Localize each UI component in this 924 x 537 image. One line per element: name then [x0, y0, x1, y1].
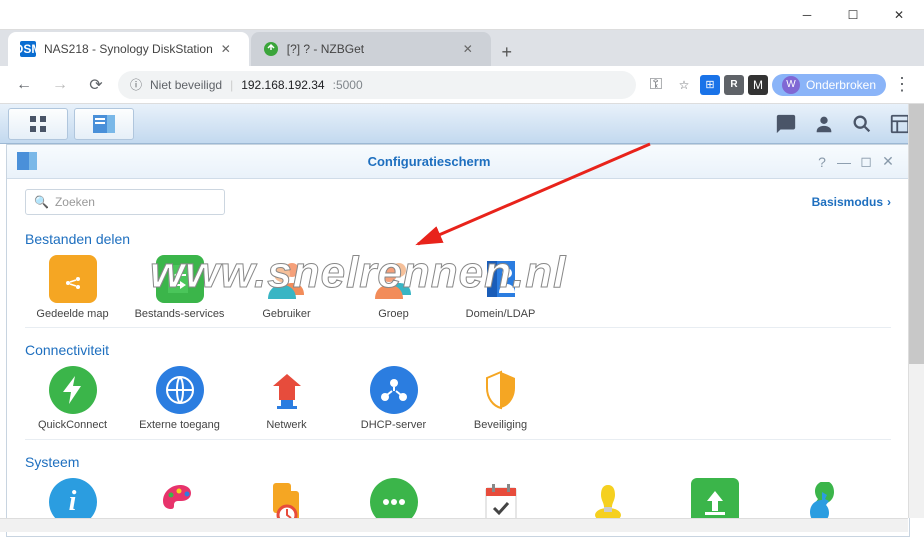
url-port: :5000	[333, 78, 363, 92]
item-user[interactable]: Gebruiker	[239, 255, 334, 321]
browser-profile-button[interactable]: W Onderbroken	[772, 74, 886, 96]
dsm-user-icon[interactable]	[808, 108, 840, 140]
section-title: Bestanden delen	[25, 231, 891, 247]
nav-reload-button[interactable]: ⟳	[82, 71, 110, 99]
mode-toggle-link[interactable]: Basismodus ›	[812, 195, 891, 209]
bookmark-star-icon[interactable]: ☆	[672, 73, 696, 97]
item-domain-ldap[interactable]: Domein/LDAP	[453, 255, 548, 321]
url-input[interactable]: ⓘ Niet beveiligd | 192.168.192.34:5000	[118, 71, 636, 99]
tab-close-icon[interactable]: ✕	[221, 42, 237, 56]
key-icon[interactable]: ⚿	[644, 73, 668, 97]
search-input[interactable]: 🔍 Zoeken	[25, 189, 225, 215]
svg-text:DSM: DSM	[20, 42, 36, 56]
dsm-toolbar	[0, 104, 924, 144]
profile-avatar: W	[782, 76, 800, 94]
section-connectivity: Connectiviteit QuickConnect Externe toeg…	[7, 332, 909, 443]
browser-address-bar: ← → ⟳ ⓘ Niet beveiligd | 192.168.192.34:…	[0, 66, 924, 104]
security-label: Niet beveiligd	[150, 78, 222, 92]
item-dhcp-server[interactable]: DHCP-server	[346, 366, 441, 432]
vertical-scrollbar[interactable]	[908, 104, 924, 518]
info-icon: ⓘ	[130, 76, 142, 93]
dsm-control-panel-button[interactable]	[74, 108, 134, 140]
window-minimize-button[interactable]: ─	[784, 0, 830, 30]
chevron-right-icon: ›	[887, 195, 891, 209]
extension-m-icon[interactable]: M	[748, 75, 768, 95]
window-title-bar: ─ ☐ ✕	[0, 0, 924, 30]
window-maximize-icon[interactable]: ◻	[855, 153, 877, 170]
control-panel-window: Configuratiescherm ? ― ◻ ✕ 🔍 Zoeken Basi…	[6, 144, 910, 537]
tab-title: NAS218 - Synology DiskStation	[44, 42, 213, 56]
tab-favicon-dsm: DSM	[20, 41, 36, 57]
window-close-button[interactable]: ✕	[876, 0, 922, 30]
item-quickconnect[interactable]: QuickConnect	[25, 366, 120, 432]
tab-title: [?] ? - NZBGet	[287, 42, 455, 56]
section-file-sharing: Bestanden delen Gedeelde map Bestands-se…	[7, 221, 909, 332]
extension-icon[interactable]: ⊞	[700, 75, 720, 95]
dsm-main-menu-button[interactable]	[8, 108, 68, 140]
scroll-thumb[interactable]	[909, 104, 924, 364]
nav-forward-button[interactable]: →	[46, 71, 74, 99]
window-maximize-button[interactable]: ☐	[830, 0, 876, 30]
browser-tab-inactive[interactable]: [?] ? - NZBGet ✕	[251, 32, 491, 66]
search-icon: 🔍	[34, 195, 49, 209]
new-tab-button[interactable]: +	[493, 38, 521, 66]
horizontal-scrollbar[interactable]	[0, 518, 908, 532]
toolbar-right: ⚿ ☆ ⊞ R M W Onderbroken ⋮	[644, 73, 914, 97]
item-security[interactable]: Beveiliging	[453, 366, 548, 432]
section-title: Connectiviteit	[25, 342, 891, 358]
panel-top-bar: 🔍 Zoeken Basismodus ›	[7, 179, 909, 221]
nav-back-button[interactable]: ←	[10, 71, 38, 99]
window-minimize-icon[interactable]: ―	[833, 154, 855, 170]
profile-label: Onderbroken	[806, 78, 876, 92]
tab-close-icon[interactable]: ✕	[463, 42, 479, 56]
window-header: Configuratiescherm ? ― ◻ ✕	[7, 145, 909, 179]
extension-r-icon[interactable]: R	[724, 75, 744, 95]
item-group[interactable]: Groep	[346, 255, 441, 321]
window-title: Configuratiescherm	[47, 154, 811, 169]
item-external-access[interactable]: Externe toegang	[132, 366, 227, 432]
item-shared-folder[interactable]: Gedeelde map	[25, 255, 120, 321]
window-icon	[17, 152, 37, 172]
tab-favicon-nzbget	[263, 41, 279, 57]
item-network[interactable]: Netwerk	[239, 366, 334, 432]
section-title: Systeem	[25, 454, 891, 470]
url-host: 192.168.192.34	[241, 78, 324, 92]
dsm-notifications-icon[interactable]	[770, 108, 802, 140]
dsm-search-icon[interactable]	[846, 108, 878, 140]
browser-tab-active[interactable]: DSM NAS218 - Synology DiskStation ✕	[8, 32, 249, 66]
browser-tab-bar: DSM NAS218 - Synology DiskStation ✕ [?] …	[0, 30, 924, 66]
browser-menu-button[interactable]: ⋮	[890, 74, 914, 95]
item-file-services[interactable]: Bestands-services	[132, 255, 227, 321]
search-placeholder: Zoeken	[55, 195, 95, 209]
window-help-icon[interactable]: ?	[811, 154, 833, 170]
window-close-icon[interactable]: ✕	[877, 153, 899, 170]
